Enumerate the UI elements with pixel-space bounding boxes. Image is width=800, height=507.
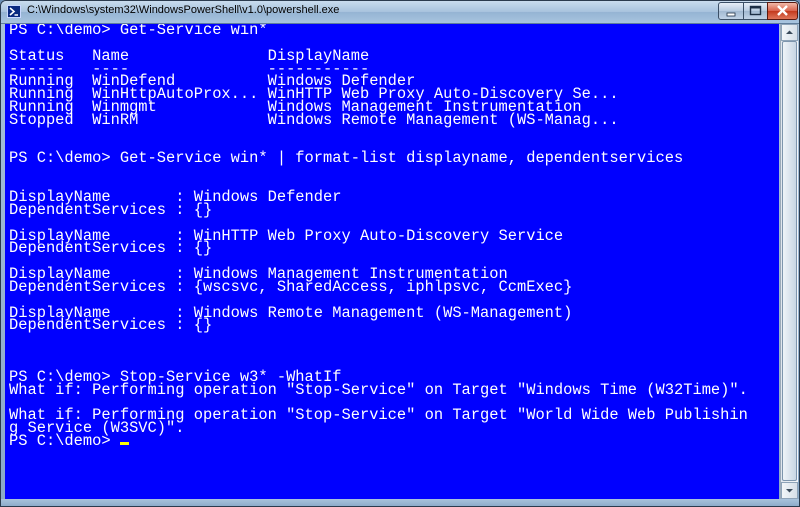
console-line: DependentServices : {}: [9, 200, 213, 219]
minimize-icon: [726, 12, 736, 17]
console-line: PS C:\demo>: [9, 433, 748, 449]
close-icon: [777, 5, 788, 16]
console-output: PS C:\demo> Get-Service win* Status Name …: [9, 24, 748, 449]
arrow-up-icon: [786, 30, 793, 34]
close-button[interactable]: [767, 2, 798, 20]
console-line: PS C:\demo> Get-Service win* | format-li…: [9, 149, 684, 168]
console-line: PS C:\demo> Get-Service win*: [9, 24, 268, 39]
maximize-icon: [749, 5, 762, 16]
title-bar[interactable]: C:\Windows\system32\WindowsPowerShell\v1…: [1, 1, 799, 24]
maximize-button[interactable]: [743, 2, 768, 20]
console-line: DependentServices : {wscsvc, SharedAcces…: [9, 277, 573, 296]
console-area[interactable]: PS C:\demo> Get-Service win* Status Name …: [5, 24, 779, 499]
scroll-thumb[interactable]: [782, 41, 797, 481]
console-line: Stopped WinRM Windows Remote Management …: [9, 110, 619, 129]
scroll-down-button[interactable]: [781, 482, 798, 499]
powershell-window: C:\Windows\system32\WindowsPowerShell\v1…: [0, 0, 800, 507]
text-cursor: [119, 442, 129, 445]
window-title: C:\Windows\system32\WindowsPowerShell\v1…: [27, 4, 340, 16]
vertical-scrollbar[interactable]: [780, 24, 798, 499]
minimize-button[interactable]: [718, 2, 744, 20]
window-bottom-border: [1, 499, 799, 506]
arrow-down-icon: [786, 489, 793, 493]
powershell-icon[interactable]: [7, 5, 21, 18]
scroll-up-button[interactable]: [781, 24, 798, 41]
console-line: What if: Performing operation "Stop-Serv…: [9, 380, 748, 399]
